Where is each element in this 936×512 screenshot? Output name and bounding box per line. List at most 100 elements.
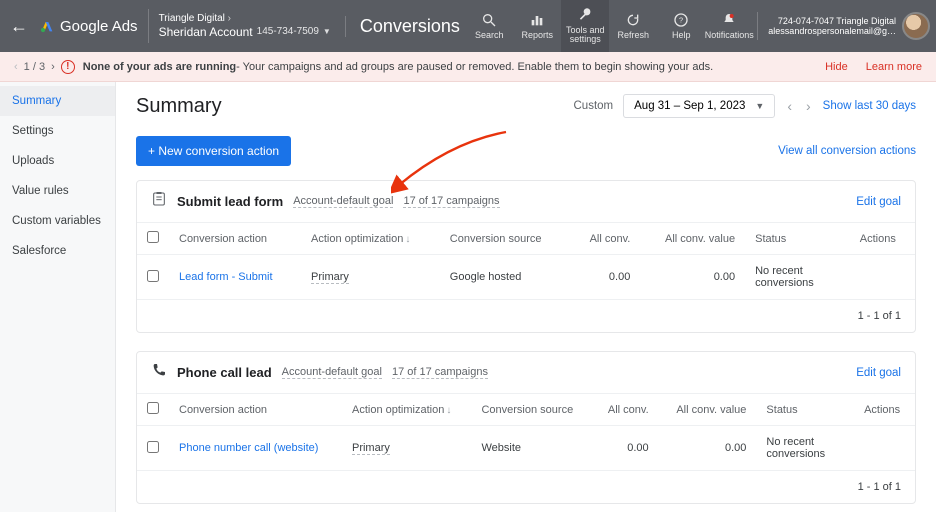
all-conv-value-value: 0.00 bbox=[659, 426, 757, 471]
col-source[interactable]: Conversion source bbox=[471, 394, 592, 426]
new-conversion-action-button[interactable]: + New conversion action bbox=[136, 136, 291, 166]
range-prev-icon[interactable]: ‹ bbox=[785, 98, 794, 114]
status-value: No recent conversions bbox=[756, 426, 854, 471]
tool-search[interactable]: Search bbox=[465, 0, 513, 52]
alert-pager-text: 1 / 3 bbox=[24, 61, 45, 73]
col-allconvval[interactable]: All conv. value bbox=[659, 394, 757, 426]
google-ads-logo-icon bbox=[38, 18, 56, 34]
select-all-checkbox[interactable] bbox=[147, 231, 159, 243]
actions-cell bbox=[850, 255, 915, 300]
tool-help[interactable]: ? Help bbox=[657, 0, 705, 52]
sort-down-icon: ↓ bbox=[405, 234, 410, 245]
alert-error-icon: ! bbox=[61, 60, 75, 74]
card-header: Submit lead form Account-default goal 17… bbox=[137, 181, 915, 223]
col-allconv[interactable]: All conv. bbox=[570, 223, 641, 255]
show-last-30-link[interactable]: Show last 30 days bbox=[823, 100, 916, 112]
conversion-table: Conversion action Action optimization↓ C… bbox=[137, 394, 915, 471]
conversion-goal-card: Submit lead form Account-default goal 17… bbox=[136, 180, 916, 333]
col-status[interactable]: Status bbox=[745, 223, 850, 255]
card-title: Submit lead form bbox=[177, 194, 283, 209]
conversion-source-value: Google hosted bbox=[440, 255, 570, 300]
status-value: No recent conversions bbox=[745, 255, 850, 300]
account-parent: Triangle Digital bbox=[159, 13, 225, 24]
bell-icon bbox=[721, 12, 737, 28]
tool-tools-settings[interactable]: Tools and settings bbox=[561, 0, 609, 52]
sidebar-item-summary[interactable]: Summary bbox=[0, 86, 115, 116]
table-pagination: 1 - 1 of 1 bbox=[137, 300, 915, 332]
date-range-picker[interactable]: Aug 31 – Sep 1, 2023 ▼ bbox=[623, 94, 775, 118]
col-source[interactable]: Conversion source bbox=[440, 223, 570, 255]
help-icon: ? bbox=[673, 12, 689, 28]
campaign-count-label[interactable]: 17 of 17 campaigns bbox=[403, 195, 499, 208]
conversion-action-link[interactable]: Phone number call (website) bbox=[179, 442, 318, 454]
sidebar-item-settings[interactable]: Settings bbox=[0, 116, 115, 146]
svg-text:?: ? bbox=[679, 16, 683, 25]
conversion-goal-card: Phone call lead Account-default goal 17 … bbox=[136, 351, 916, 504]
back-arrow-icon[interactable]: ← bbox=[6, 16, 32, 37]
date-range-value: Aug 31 – Sep 1, 2023 bbox=[634, 100, 745, 112]
account-info-right[interactable]: 724-074-7047 Triangle Digital alessandro… bbox=[757, 12, 930, 40]
right-account-id: 724-074-7047 Triangle Digital bbox=[768, 16, 896, 26]
right-account-email: alessandrospersonalemail@g… bbox=[768, 26, 896, 36]
all-conv-value: 0.00 bbox=[593, 426, 659, 471]
section-heading: Conversions bbox=[345, 16, 460, 37]
row-checkbox[interactable] bbox=[147, 441, 159, 453]
wrench-icon bbox=[577, 8, 593, 24]
action-optimization-value[interactable]: Primary bbox=[311, 271, 349, 284]
alert-prev-icon[interactable]: ‹ bbox=[14, 61, 18, 73]
all-conv-value: 0.00 bbox=[570, 255, 641, 300]
col-optimization[interactable]: Action optimization↓ bbox=[342, 394, 471, 426]
goal-type-label[interactable]: Account-default goal bbox=[282, 366, 382, 379]
sidebar-item-salesforce[interactable]: Salesforce bbox=[0, 236, 115, 266]
actions-cell bbox=[854, 426, 915, 471]
range-next-icon[interactable]: › bbox=[804, 98, 813, 114]
chevron-down-icon: ▼ bbox=[755, 101, 764, 111]
table-row: Phone number call (website) Primary Webs… bbox=[137, 426, 915, 471]
alert-next-icon[interactable]: › bbox=[51, 61, 55, 73]
card-header: Phone call lead Account-default goal 17 … bbox=[137, 352, 915, 394]
edit-goal-link[interactable]: Edit goal bbox=[856, 196, 901, 208]
bar-chart-icon bbox=[529, 12, 545, 28]
alert-hide-link[interactable]: Hide bbox=[825, 61, 848, 73]
alert-bold-text: None of your ads are running bbox=[83, 61, 236, 73]
logo[interactable]: Google Ads bbox=[38, 18, 138, 35]
refresh-icon bbox=[625, 12, 641, 28]
account-id: 145-734-7509 bbox=[257, 26, 319, 38]
phone-icon bbox=[151, 362, 167, 383]
goal-type-label[interactable]: Account-default goal bbox=[293, 195, 393, 208]
col-action[interactable]: Conversion action bbox=[169, 223, 301, 255]
table-pagination: 1 - 1 of 1 bbox=[137, 471, 915, 503]
edit-goal-link[interactable]: Edit goal bbox=[856, 367, 901, 379]
col-optimization[interactable]: Action optimization↓ bbox=[301, 223, 440, 255]
sidebar: SummarySettingsUploadsValue rulesCustom … bbox=[0, 82, 116, 512]
select-all-checkbox[interactable] bbox=[147, 402, 159, 414]
chevron-down-icon: ▼ bbox=[323, 27, 331, 37]
alert-learn-link[interactable]: Learn more bbox=[866, 61, 922, 73]
col-allconv[interactable]: All conv. bbox=[593, 394, 659, 426]
alert-rest-text: - Your campaigns and ad groups are pause… bbox=[236, 61, 713, 73]
col-action[interactable]: Conversion action bbox=[169, 394, 342, 426]
campaign-count-label[interactable]: 17 of 17 campaigns bbox=[392, 366, 488, 379]
tool-reports[interactable]: Reports bbox=[513, 0, 561, 52]
row-checkbox[interactable] bbox=[147, 270, 159, 282]
col-allconvval[interactable]: All conv. value bbox=[640, 223, 745, 255]
form-icon bbox=[151, 191, 167, 212]
sidebar-item-uploads[interactable]: Uploads bbox=[0, 146, 115, 176]
page-title: Summary bbox=[136, 95, 222, 118]
account-name: Sheridan Account bbox=[159, 25, 253, 39]
tool-notifications[interactable]: Notifications bbox=[705, 0, 753, 52]
main-content: Summary Custom Aug 31 – Sep 1, 2023 ▼ ‹ … bbox=[116, 82, 936, 512]
conversion-action-link[interactable]: Lead form - Submit bbox=[179, 271, 273, 283]
avatar[interactable] bbox=[902, 12, 930, 40]
alert-bar: ‹ 1 / 3 › ! None of your ads are running… bbox=[0, 52, 936, 82]
table-row: Lead form - Submit Primary Google hosted… bbox=[137, 255, 915, 300]
alert-pager: ‹ 1 / 3 › bbox=[14, 61, 55, 73]
conversion-table: Conversion action Action optimization↓ C… bbox=[137, 223, 915, 300]
view-all-conversion-actions-link[interactable]: View all conversion actions bbox=[778, 145, 916, 157]
sidebar-item-custom-variables[interactable]: Custom variables bbox=[0, 206, 115, 236]
sidebar-item-value-rules[interactable]: Value rules bbox=[0, 176, 115, 206]
action-optimization-value[interactable]: Primary bbox=[352, 442, 390, 455]
col-status[interactable]: Status bbox=[756, 394, 854, 426]
account-switcher[interactable]: Triangle Digital › Sheridan Account 145-… bbox=[148, 9, 341, 43]
tool-refresh[interactable]: Refresh bbox=[609, 0, 657, 52]
